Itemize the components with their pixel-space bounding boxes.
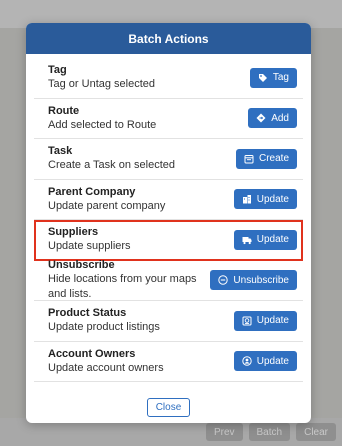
action-row-product-status: Product Status Update product listings U… (34, 301, 303, 342)
action-description: Hide locations from your maps and lists. (48, 273, 197, 301)
action-title: Parent Company (48, 185, 136, 198)
action-list: Tag Tag or Untag selected Tag Route Add … (26, 58, 311, 382)
action-title: Tag (48, 64, 67, 77)
bg-batch-button: Batch (248, 423, 291, 441)
action-row-parent-company: Parent Company Update parent company Upd… (34, 180, 303, 220)
action-title: Route (48, 104, 80, 117)
action-title: Unsubscribe (48, 259, 115, 272)
action-description: Update parent company (48, 199, 166, 212)
action-row-unsubscribe: Unsubscribe Hide locations from your map… (34, 259, 303, 301)
batch-actions-modal: Batch Actions Tag Tag or Untag selected … (26, 23, 311, 423)
action-title: Suppliers (48, 226, 99, 239)
action-row-account-owners: Account Owners Update account owners Upd… (34, 342, 303, 382)
bg-clear-button: Clear (296, 423, 336, 441)
action-title: Account Owners (48, 347, 136, 360)
close-button[interactable]: Close (146, 397, 191, 417)
tag-button[interactable]: Tag (249, 67, 297, 88)
update-account-owners-button[interactable]: Update (233, 351, 297, 372)
modal-footer: Close (26, 391, 311, 423)
action-title: Product Status (48, 307, 127, 320)
action-title: Task (48, 145, 73, 158)
update-suppliers-button[interactable]: Update (233, 229, 297, 250)
action-row-route: Route Add selected to Route Add (34, 99, 303, 139)
update-product-status-button[interactable]: Update (233, 310, 297, 331)
update-parent-company-button[interactable]: Update (233, 189, 297, 210)
action-row-tag: Tag Tag or Untag selected Tag (34, 58, 303, 99)
action-description: Tag or Untag selected (48, 78, 156, 91)
bg-prev-button: Prev (205, 423, 243, 441)
action-row-task: Task Create a Task on selected Create (34, 139, 303, 180)
modal-title: Batch Actions (26, 23, 311, 54)
user-circle-icon (242, 356, 252, 366)
tag-icon (258, 73, 268, 83)
building-icon (242, 194, 252, 204)
unsubscribe-button[interactable]: Unsubscribe (210, 270, 297, 291)
truck-icon (242, 235, 252, 245)
action-description: Create a Task on selected (48, 159, 175, 172)
action-description: Update suppliers (48, 240, 131, 253)
product-box-icon (242, 316, 252, 326)
action-description: Update account owners (48, 361, 164, 374)
minus-circle-icon (218, 275, 229, 285)
route-diamond-icon (256, 113, 266, 123)
action-description: Update product listings (48, 321, 160, 334)
create-task-button[interactable]: Create (235, 148, 297, 169)
calendar-icon (244, 154, 254, 164)
add-to-route-button[interactable]: Add (248, 108, 297, 129)
action-row-suppliers: Suppliers Update suppliers Update (34, 220, 303, 261)
action-description: Add selected to Route (48, 118, 157, 131)
